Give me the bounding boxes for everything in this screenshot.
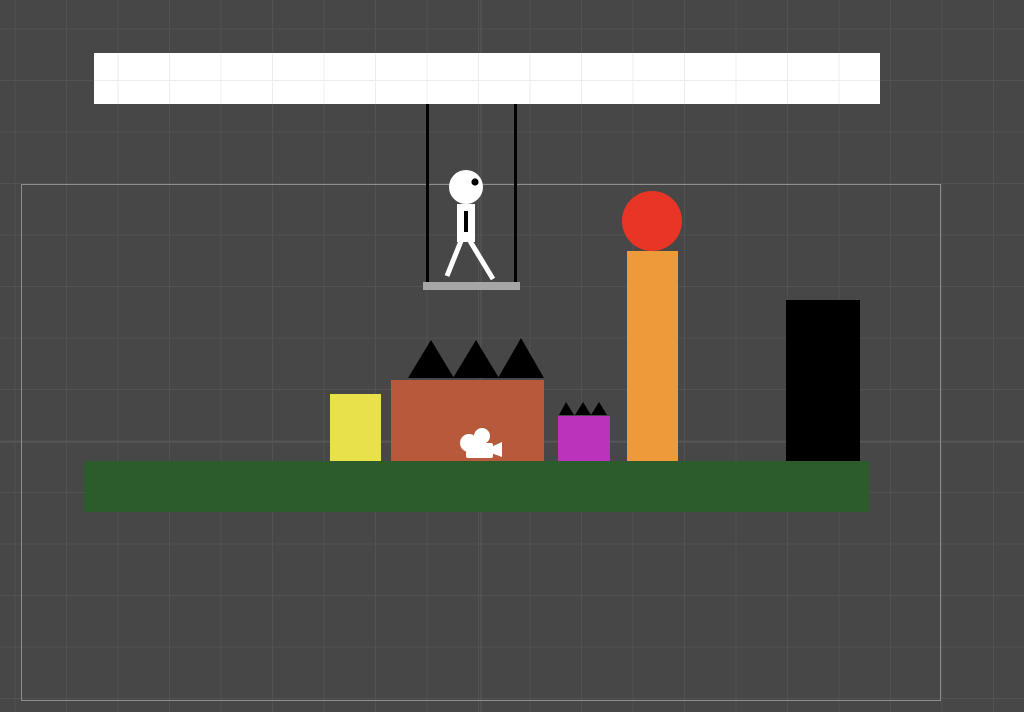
character-head xyxy=(449,170,483,204)
character-eye xyxy=(471,178,479,186)
red-ball[interactable] xyxy=(622,191,682,251)
ground-platform xyxy=(84,461,869,512)
game-scene xyxy=(0,0,1024,712)
purple-block[interactable] xyxy=(558,416,610,461)
orange-pillar[interactable] xyxy=(627,251,678,461)
swing-rope-right xyxy=(514,104,517,284)
small-spikes xyxy=(559,402,607,415)
character-tie xyxy=(464,211,468,232)
ceiling-platform xyxy=(94,53,880,104)
yellow-block[interactable] xyxy=(330,394,381,461)
swing-seat xyxy=(423,282,520,290)
black-door[interactable] xyxy=(786,300,860,461)
swing-rope-left xyxy=(426,104,429,284)
